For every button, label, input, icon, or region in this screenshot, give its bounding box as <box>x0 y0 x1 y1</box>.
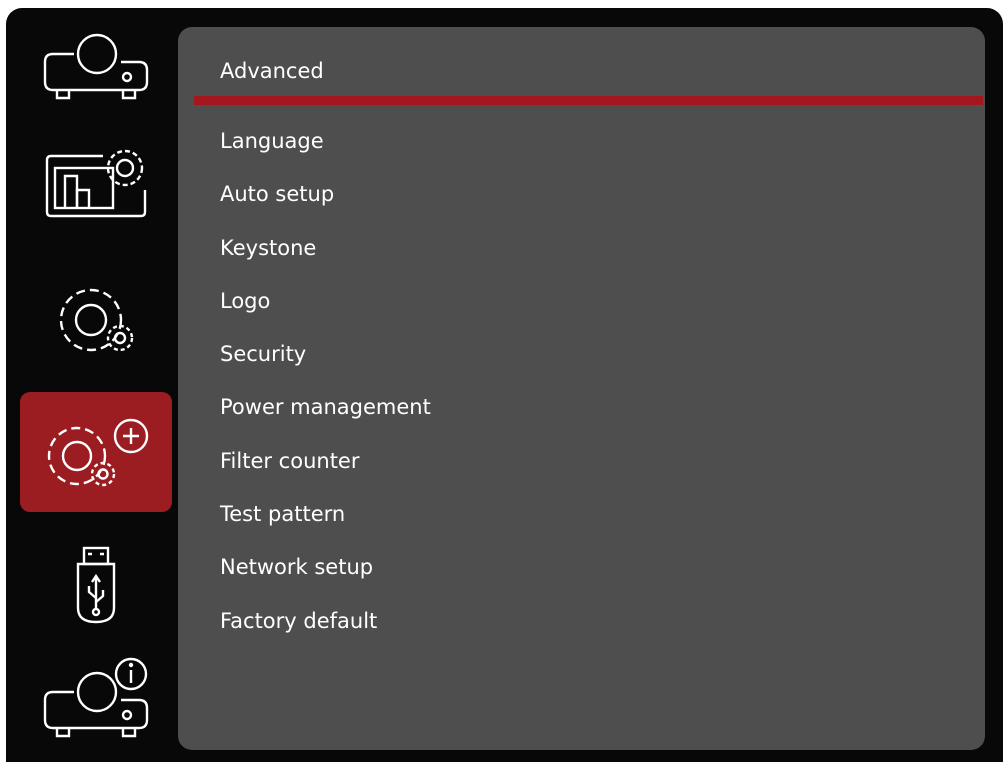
sidebar <box>6 8 178 762</box>
settings-gear-icon <box>59 288 134 352</box>
menu-item-keystone[interactable]: Keystone <box>220 232 431 285</box>
projector-info-icon <box>43 657 149 738</box>
picture-settings-icon <box>45 149 147 218</box>
projector-icon <box>43 33 149 100</box>
sidebar-item-advanced[interactable] <box>20 392 172 512</box>
sidebar-item-settings[interactable] <box>20 260 172 380</box>
menu-item-filter-counter[interactable]: Filter counter <box>220 445 431 498</box>
panel-title: Advanced <box>220 59 324 83</box>
menu-item-logo[interactable]: Logo <box>220 285 431 338</box>
menu-item-language[interactable]: Language <box>220 125 431 178</box>
menu-item-security[interactable]: Security <box>220 338 431 391</box>
sidebar-item-projector[interactable] <box>20 10 172 130</box>
menu-item-auto-setup[interactable]: Auto setup <box>220 178 431 231</box>
title-divider <box>194 96 983 105</box>
menu-item-factory-default[interactable]: Factory default <box>220 605 431 658</box>
menu-item-test-pattern[interactable]: Test pattern <box>220 498 431 551</box>
advanced-menu-panel: Advanced Language Auto setup Keystone Lo… <box>178 27 985 750</box>
sidebar-item-information[interactable] <box>20 640 172 760</box>
advanced-settings-icon <box>47 418 149 487</box>
sidebar-item-picture[interactable] <box>20 120 172 240</box>
advanced-menu-list: Language Auto setup Keystone Logo Securi… <box>220 125 431 658</box>
menu-item-power-management[interactable]: Power management <box>220 391 431 444</box>
osd-menu: Advanced Language Auto setup Keystone Lo… <box>6 8 1003 762</box>
sidebar-item-usb[interactable] <box>20 524 172 644</box>
usb-drive-icon <box>76 546 116 624</box>
menu-item-network-setup[interactable]: Network setup <box>220 551 431 604</box>
